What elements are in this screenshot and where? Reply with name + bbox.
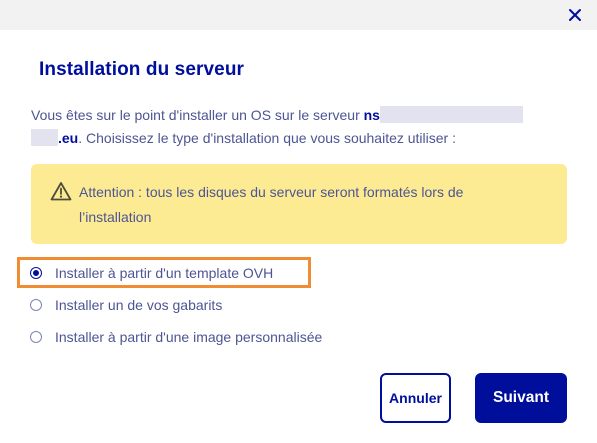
- option-custom-image[interactable]: Installer à partir d'une image personnal…: [30, 326, 322, 348]
- radio-button[interactable]: [30, 331, 42, 343]
- option-my-templates[interactable]: Installer un de vos gabarits: [30, 294, 222, 316]
- server-name-end: .eu: [58, 130, 79, 146]
- redacted-server-name: [379, 106, 523, 123]
- radio-button[interactable]: [30, 299, 42, 311]
- radio-button-checked[interactable]: [30, 267, 42, 279]
- close-icon[interactable]: [565, 5, 585, 25]
- dialog-description: Vous êtes sur le point d'installer un OS…: [31, 104, 571, 150]
- description-suffix: . Choisissez le type d'installation que …: [78, 130, 456, 146]
- option-label: Installer un de vos gabarits: [55, 297, 223, 313]
- warning-alert: Attention : tous les disques du serveur …: [31, 164, 567, 244]
- description-prefix: Vous êtes sur le point d'installer un OS…: [31, 107, 364, 123]
- cancel-button[interactable]: Annuler: [380, 373, 451, 423]
- next-button[interactable]: Suivant: [475, 373, 567, 423]
- option-ovh-template[interactable]: Installer à partir d'un template OVH: [30, 262, 273, 284]
- alert-text: Attention : tous les disques du serveur …: [79, 184, 464, 225]
- option-label: Installer à partir d'une image personnal…: [55, 329, 323, 345]
- dialog-title: Installation du serveur: [39, 59, 245, 80]
- server-name-start: ns: [363, 107, 380, 123]
- redacted-server-name-2: [31, 129, 58, 146]
- dialog-header-bar: [0, 0, 597, 30]
- warning-icon: [50, 181, 72, 201]
- option-label: Installer à partir d'un template OVH: [55, 265, 274, 281]
